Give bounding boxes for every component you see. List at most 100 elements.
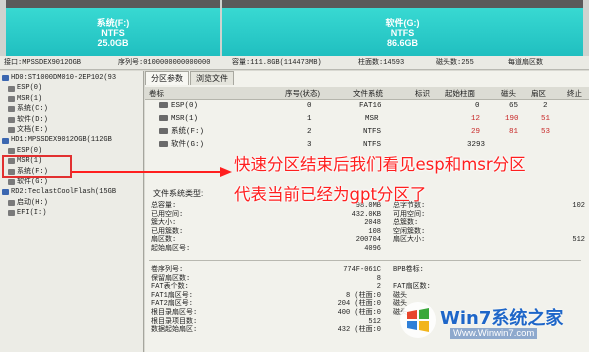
tree-item-system-c[interactable]: 系统(C:) — [0, 104, 143, 114]
partition-icon — [8, 210, 15, 217]
partition-icon — [159, 102, 168, 109]
watermark-brand: Win7系统之家 — [440, 308, 564, 329]
row-start-cyl: 0 — [475, 102, 480, 110]
row-fs: FAT16 — [359, 102, 382, 110]
partition-stripe — [222, 0, 583, 8]
usb-drive-icon — [2, 189, 9, 196]
tree-item-label: 系统(C:) — [17, 105, 48, 114]
fs-field: 已用空间: 432.0KB — [151, 210, 381, 219]
partition-icon — [8, 95, 15, 102]
disk-serial: 序列号:0100000000000000 — [118, 59, 211, 67]
column-header: 终止 — [567, 89, 582, 98]
row-start-cyl: 12 — [471, 115, 481, 123]
partition-icon — [159, 128, 168, 135]
fs-field: FAT2扇区号: 204 (柱面:0 — [151, 300, 381, 309]
disk-info-line: 接口:MPSSDEX9012OGB 序列号:0100000000000000 容… — [0, 56, 589, 70]
tree-item-efi-i[interactable]: EFI(I:) — [0, 208, 143, 218]
disk-tree: HD0:ST1000DM010-2EP102(93 ESP(0) MSR(1) … — [0, 71, 144, 352]
column-header: 标识 — [415, 89, 430, 98]
fs-field: 扇区大小: 512 — [393, 236, 585, 245]
column-header: 序号(状态) — [285, 89, 320, 98]
partition-block-g[interactable]: 软件(G:) NTFS 86.6GB — [222, 0, 583, 56]
partition-name: 软件(G:) — [385, 18, 420, 28]
row-sector: 53 — [541, 128, 551, 136]
disk-sectors: 每道扇区数 — [508, 59, 543, 67]
row-index: 3 — [307, 141, 312, 149]
table-row[interactable]: MSR(1) 1 MSR 12 190 51 — [145, 113, 589, 126]
row-label: ESP(0) — [171, 102, 199, 110]
tree-item-rd2[interactable]: RD2:TeclastCoolFlash(15GB — [0, 187, 143, 197]
fs-field: 根目录扇区号: 400 (柱面:0 — [151, 309, 381, 317]
column-header: 磁头 — [501, 89, 516, 98]
row-sector: 2 — [543, 102, 548, 110]
tree-item-label: 启动(H:) — [17, 198, 48, 207]
disk-partition-bar: 系统(F:) NTFS 25.0GB 软件(G:) NTFS 86.6GB — [0, 0, 589, 56]
tree-item-boot-h[interactable]: 启动(H:) — [0, 198, 143, 208]
row-label: MSR(1) — [171, 115, 199, 123]
tree-item-label: ESP(0) — [17, 84, 43, 93]
tree-item-label: RD2:TeclastCoolFlash(15GB — [11, 188, 117, 197]
fs-field: FAT表个数: 2 — [151, 283, 381, 292]
column-header: 卷标 — [149, 89, 164, 98]
table-row[interactable]: 软件(G:) 3 NTFS 3293 — [145, 139, 589, 152]
tree-item-docs-e[interactable]: 文档(E:) — [0, 125, 143, 135]
disk-capacity: 容量:111.8GB(114473MB) — [232, 59, 322, 67]
row-label: 系统(F:) — [171, 128, 205, 136]
partition-stripe — [6, 0, 220, 8]
row-label: 软件(G:) — [171, 141, 205, 149]
hard-disk-icon — [2, 137, 9, 144]
table-header: 卷标 序号(状态) 文件系统 标识 起始柱面 磁头 扇区 终止 — [145, 87, 589, 100]
fs-field: BPB卷标: — [393, 266, 424, 274]
highlight-box — [2, 155, 72, 178]
tree-item-label: HD1:MPSSDEX9012OGB(112GB — [11, 136, 112, 145]
tree-item-msr[interactable]: MSR(1) — [0, 94, 143, 104]
partition-icon — [8, 127, 15, 134]
tree-item-hd1[interactable]: HD1:MPSSDEX9012OGB(112GB — [0, 135, 143, 145]
partition-icon — [8, 199, 15, 206]
disk-heads: 磁头数:255 — [436, 59, 474, 67]
windows-logo-icon — [400, 302, 436, 338]
partition-icon — [8, 116, 15, 123]
tree-item-esp[interactable]: ESP(0) — [0, 83, 143, 93]
partition-icon — [159, 141, 168, 148]
row-index: 1 — [307, 115, 312, 123]
tree-item-software-d[interactable]: 软件(D:) — [0, 115, 143, 125]
row-start-cyl: 3293 — [467, 141, 486, 149]
row-fs: NTFS — [363, 128, 382, 136]
tree-item-hd0[interactable]: HD0:ST1000DM010-2EP102(93 — [0, 73, 143, 83]
fs-field: 可用空间: — [393, 210, 426, 219]
fs-field: 根目录项目数: 512 — [151, 317, 381, 326]
row-sector: 51 — [541, 115, 551, 123]
partition-block-f[interactable]: 系统(F:) NTFS 25.0GB — [6, 0, 220, 56]
fs-field: 保留扇区数: 8 — [151, 274, 381, 283]
partition-size: 86.6GB — [386, 38, 419, 48]
tree-item-label: HD0:ST1000DM010-2EP102(93 — [11, 74, 117, 82]
partition-icon — [8, 106, 15, 113]
partition-icon — [8, 85, 15, 92]
column-header: 起始柱面 — [445, 89, 475, 98]
fs-field: 扇区数: 200704 — [151, 236, 381, 245]
partition-icon — [159, 115, 168, 122]
fs-field: 已用簇数: 108 — [151, 227, 381, 236]
tab-browse-files[interactable]: 浏览文件 — [190, 71, 234, 85]
annotation-text-line2: 代表当前已经为gpt分区了 — [234, 185, 427, 204]
hard-disk-icon — [2, 75, 9, 82]
fs-field: FAT扇区数: — [393, 283, 431, 292]
partition-size: 25.0GB — [97, 38, 129, 48]
table-row[interactable]: ESP(0) 0 FAT16 0 65 2 — [145, 100, 589, 113]
row-start-cyl: 29 — [471, 128, 481, 136]
row-index: 0 — [307, 102, 312, 110]
tree-item-label: EFI(I:) — [17, 209, 47, 218]
fs-type-label: 文件系统类型: — [153, 189, 204, 198]
fs-field: 簇大小: 2048 — [151, 219, 381, 228]
row-head: 190 — [505, 115, 519, 123]
row-head: 81 — [509, 128, 519, 136]
tree-item-label: 软件(G:) — [17, 177, 48, 186]
row-index: 2 — [307, 128, 312, 136]
table-row[interactable]: 系统(F:) 2 NTFS 29 81 53 — [145, 126, 589, 139]
partition-fs: NTFS — [390, 28, 415, 38]
row-head: 65 — [509, 102, 519, 110]
column-header: 扇区 — [531, 89, 546, 98]
tab-partition-params[interactable]: 分区参数 — [145, 71, 189, 85]
partition-table: 卷标 序号(状态) 文件系统 标识 起始柱面 磁头 扇区 终止 ESP(0) 0… — [145, 87, 589, 152]
